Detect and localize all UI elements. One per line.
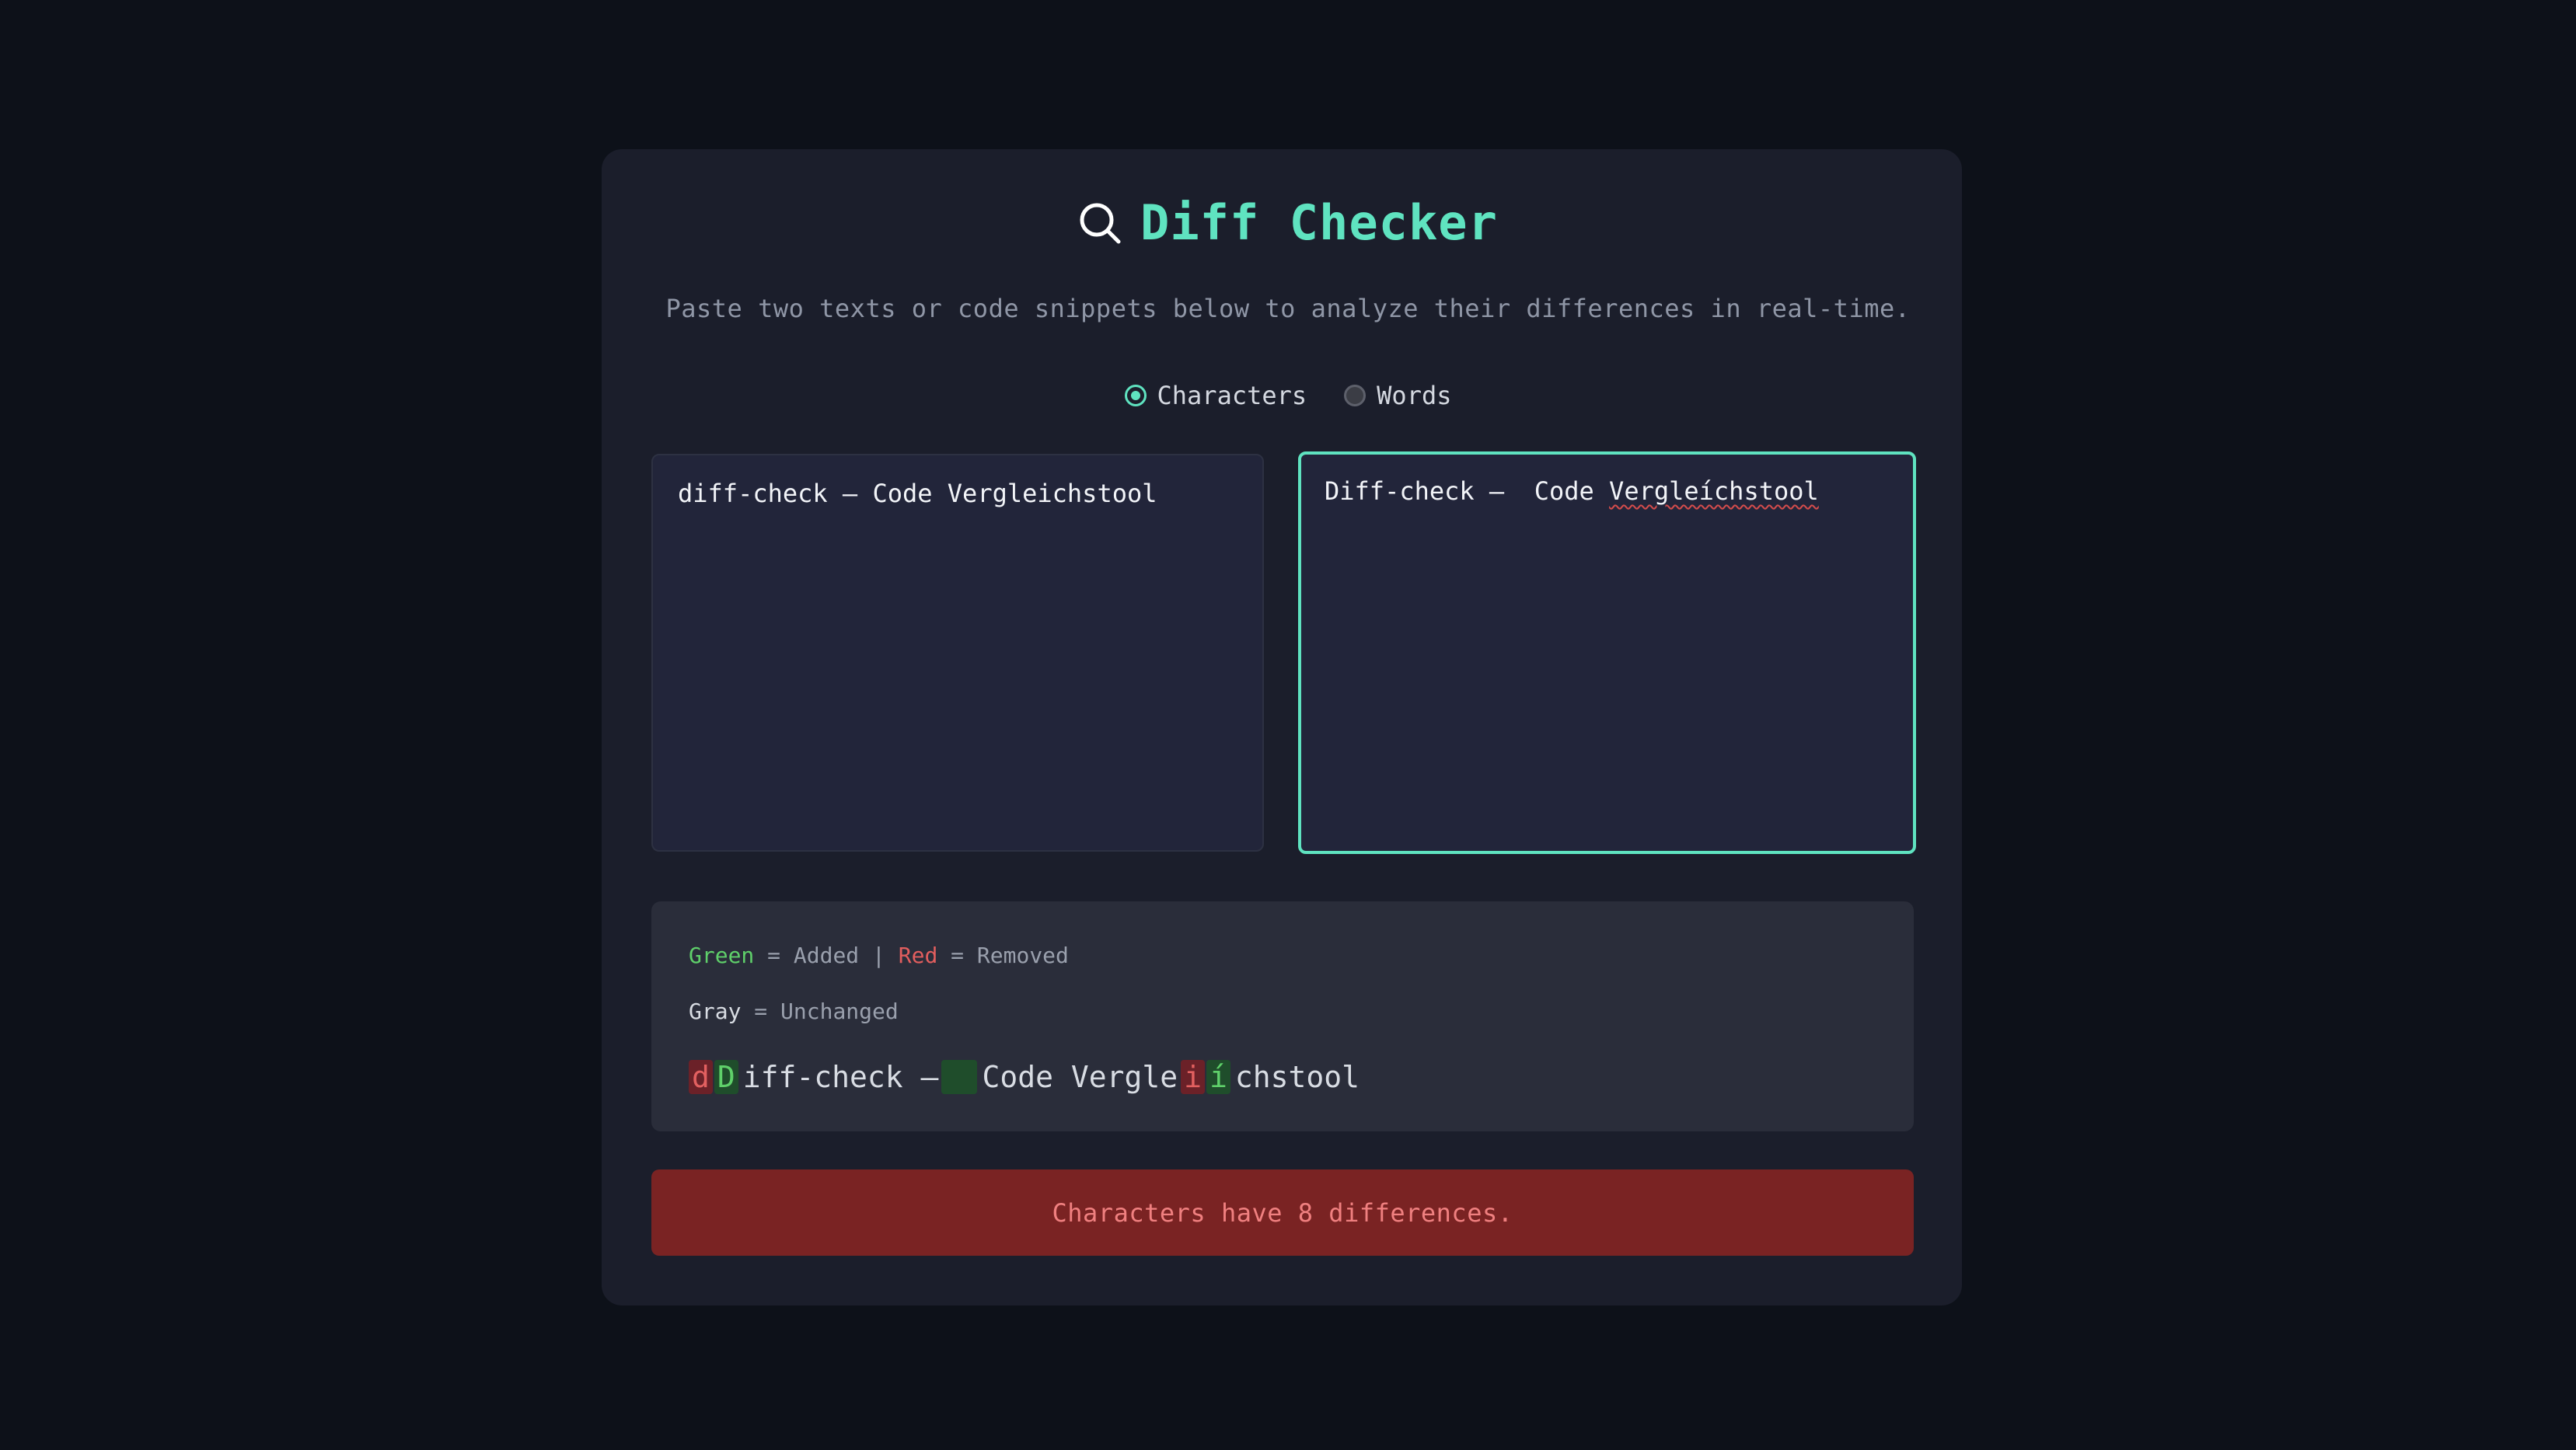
legend-removed-text: = Removed <box>937 943 1069 968</box>
header: Diff Checker <box>0 194 2576 251</box>
page-subtitle: Paste two texts or code snippets below t… <box>665 294 1911 323</box>
diff-segment-removed: i <box>1181 1060 1206 1094</box>
diff-segment-same: Code Vergle <box>982 1060 1178 1094</box>
legend-added-word: Green <box>689 943 755 968</box>
changed-text-prefix: Diff-check – Code <box>1325 476 1610 506</box>
page-title: Diff Checker <box>1140 194 1498 251</box>
diff-output: d Diff-check – Code Vergle i í chstool <box>689 1058 1876 1096</box>
mode-option-words[interactable]: Words <box>1344 381 1451 410</box>
legend-unchanged-text: = Unchanged <box>741 999 899 1024</box>
legend-line-2: Gray = Unchanged <box>689 996 1876 1027</box>
legend-added-text: = Added | <box>754 943 899 968</box>
original-text-input[interactable]: diff-check – Code Vergleichstool <box>651 454 1264 852</box>
original-text-value: diff-check – Code Vergleichstool <box>678 479 1157 508</box>
diff-segment-added <box>941 1060 978 1094</box>
search-icon <box>1080 203 1121 243</box>
diff-segment-added: D <box>714 1060 738 1094</box>
mode-option-characters[interactable]: Characters <box>1124 381 1307 410</box>
diff-segment-added: í <box>1206 1060 1230 1094</box>
changed-text-input[interactable]: Diff-check – Code Vergleíchstool <box>1298 451 1916 854</box>
diff-segment-removed: d <box>689 1060 713 1094</box>
diff-segment-same: iff-check – <box>742 1060 939 1094</box>
diff-segment-same: chstool <box>1234 1060 1360 1094</box>
status-message: Characters have 8 differences. <box>1052 1197 1513 1228</box>
status-banner: Characters have 8 differences. <box>651 1169 1914 1256</box>
radio-words[interactable] <box>1344 385 1367 406</box>
mode-label-characters: Characters <box>1157 381 1307 410</box>
radio-characters[interactable] <box>1124 385 1147 406</box>
legend-unchanged-word: Gray <box>689 999 742 1024</box>
diff-mode-selector: Characters Words <box>0 381 2576 410</box>
legend-removed-word: Red <box>898 943 938 968</box>
legend-line-1: Green = Added | Red = Removed <box>689 940 1876 971</box>
mode-label-words: Words <box>1377 381 1452 410</box>
changed-text-flagged-word: Vergleíchstool <box>1609 476 1819 506</box>
diff-result-panel: Green = Added | Red = Removed Gray = Unc… <box>651 901 1914 1131</box>
